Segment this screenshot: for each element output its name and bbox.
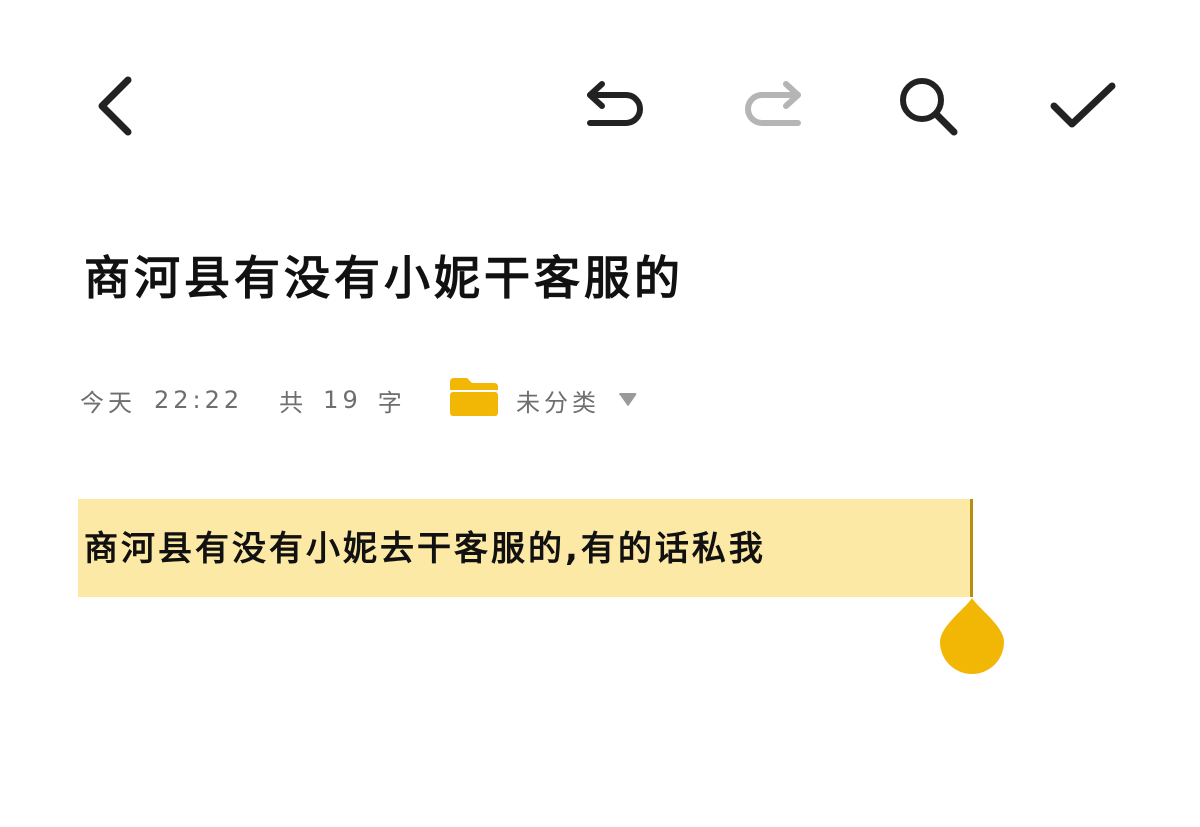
category-selector[interactable]: 未分类 bbox=[516, 380, 600, 420]
folder-icon[interactable] bbox=[448, 376, 500, 418]
count-prefix: 共 bbox=[279, 388, 308, 417]
undo-button[interactable] bbox=[576, 66, 656, 146]
word-count: 19 bbox=[323, 386, 362, 414]
search-icon bbox=[900, 78, 958, 136]
chevron-left-icon bbox=[98, 76, 132, 136]
redo-icon bbox=[745, 81, 801, 126]
check-icon bbox=[1050, 82, 1116, 128]
undo-icon bbox=[587, 81, 643, 126]
note-title[interactable]: 商河县有没有小妮干客服的 bbox=[84, 246, 684, 310]
category-label: 未分类 bbox=[516, 388, 600, 417]
date-label: 今天 bbox=[80, 388, 136, 417]
text-caret bbox=[970, 499, 973, 597]
time-label: 22:22 bbox=[154, 386, 244, 414]
note-body[interactable]: 商河县有没有小妮去干客服的,有的话私我 bbox=[84, 518, 766, 580]
redo-button[interactable] bbox=[732, 66, 812, 146]
selection-handle[interactable] bbox=[938, 596, 1006, 678]
search-button[interactable] bbox=[888, 66, 968, 146]
triangle-down-icon[interactable] bbox=[616, 390, 640, 410]
back-button[interactable] bbox=[76, 66, 156, 146]
note-meta: 今天 22:22 共 19 字 bbox=[80, 380, 406, 420]
count-suffix: 字 bbox=[377, 388, 406, 417]
confirm-button[interactable] bbox=[1042, 66, 1122, 146]
note-editor: 商河县有没有小妮干客服的 今天 22:22 共 19 字 未分类 商河县有没有小… bbox=[0, 0, 1200, 827]
